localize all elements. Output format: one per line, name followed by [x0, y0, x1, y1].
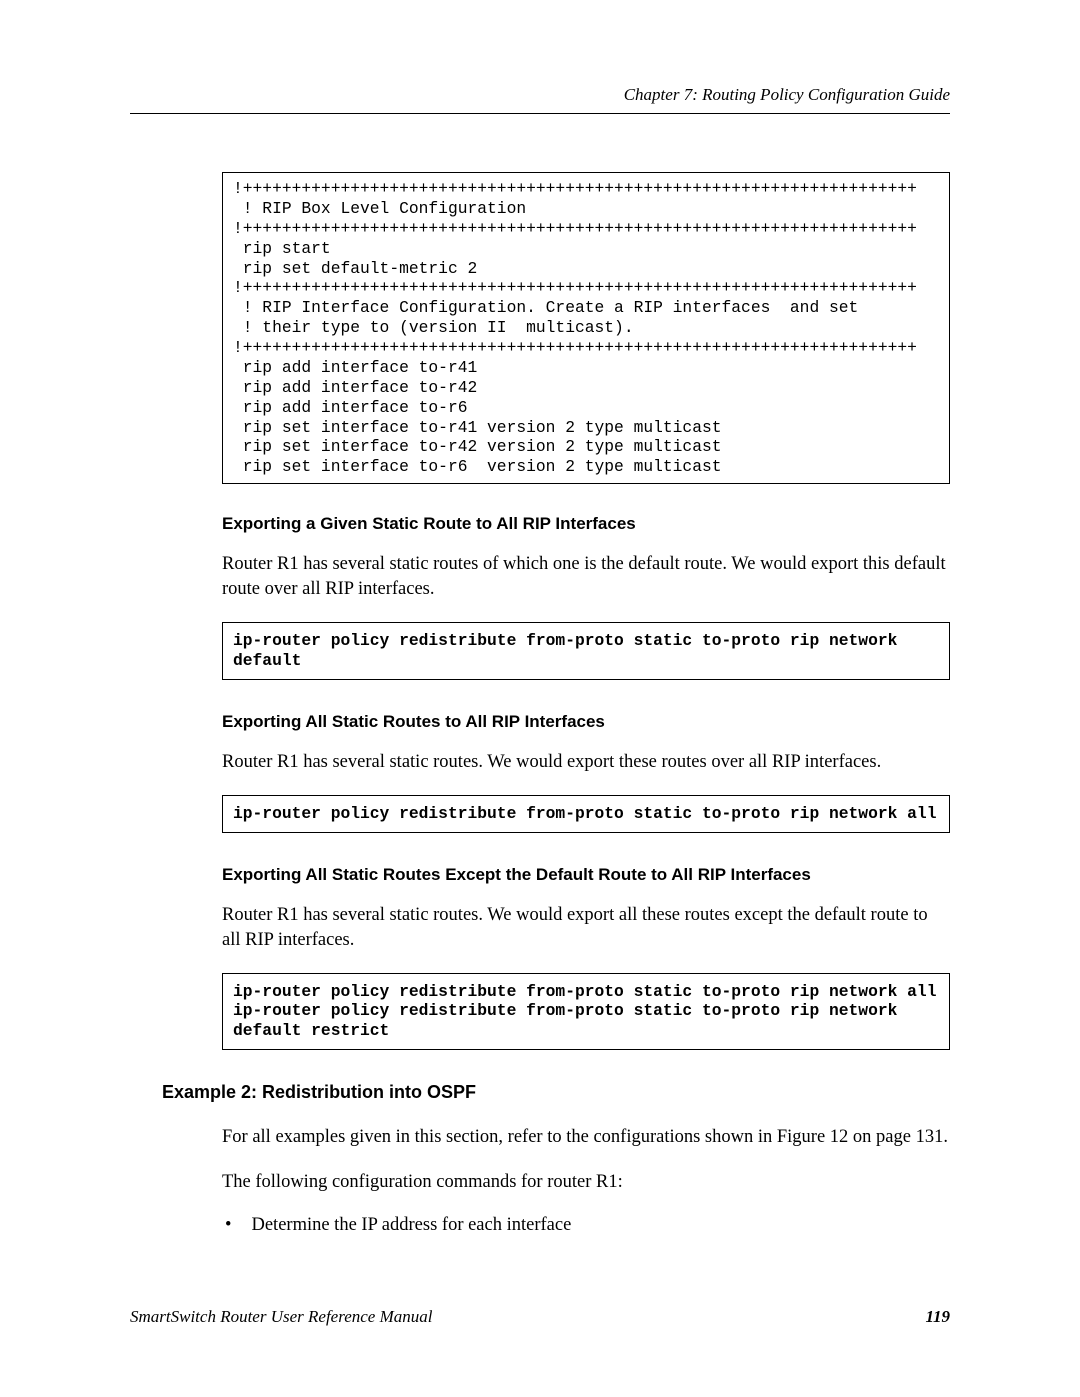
- subheading-export-except-default: Exporting All Static Routes Except the D…: [222, 865, 950, 885]
- page-container: Chapter 7: Routing Policy Configuration …: [0, 0, 1080, 1306]
- example2-content: For all examples given in this section, …: [222, 1125, 950, 1236]
- example2-paragraph1: For all examples given in this section, …: [222, 1125, 950, 1150]
- code-block-section3: ip-router policy redistribute from-proto…: [222, 973, 950, 1051]
- example2-heading: Example 2: Redistribution into OSPF: [162, 1082, 950, 1103]
- footer-page-number: 119: [925, 1307, 950, 1327]
- page-footer: SmartSwitch Router User Reference Manual…: [130, 1307, 950, 1327]
- paragraph-section3: Router R1 has several static routes. We …: [222, 903, 950, 953]
- footer-manual-title: SmartSwitch Router User Reference Manual: [130, 1307, 432, 1327]
- example2-paragraph2: The following configuration commands for…: [222, 1170, 950, 1195]
- subheading-export-all-static: Exporting All Static Routes to All RIP I…: [222, 712, 950, 732]
- bullet-dot-icon: •: [225, 1215, 231, 1236]
- page-header: Chapter 7: Routing Policy Configuration …: [130, 85, 950, 114]
- code-block-section2: ip-router policy redistribute from-proto…: [222, 795, 950, 833]
- code-block-rip-config: !+++++++++++++++++++++++++++++++++++++++…: [222, 172, 950, 484]
- paragraph-section1: Router R1 has several static routes of w…: [222, 552, 950, 602]
- bullet-item: • Determine the IP address for each inte…: [222, 1215, 950, 1236]
- code-block-section1: ip-router policy redistribute from-proto…: [222, 622, 950, 680]
- paragraph-section2: Router R1 has several static routes. We …: [222, 750, 950, 775]
- main-content: !+++++++++++++++++++++++++++++++++++++++…: [222, 172, 950, 1050]
- subheading-export-given-static: Exporting a Given Static Route to All RI…: [222, 514, 950, 534]
- chapter-title: Chapter 7: Routing Policy Configuration …: [624, 85, 950, 104]
- bullet-text: Determine the IP address for each interf…: [251, 1215, 571, 1236]
